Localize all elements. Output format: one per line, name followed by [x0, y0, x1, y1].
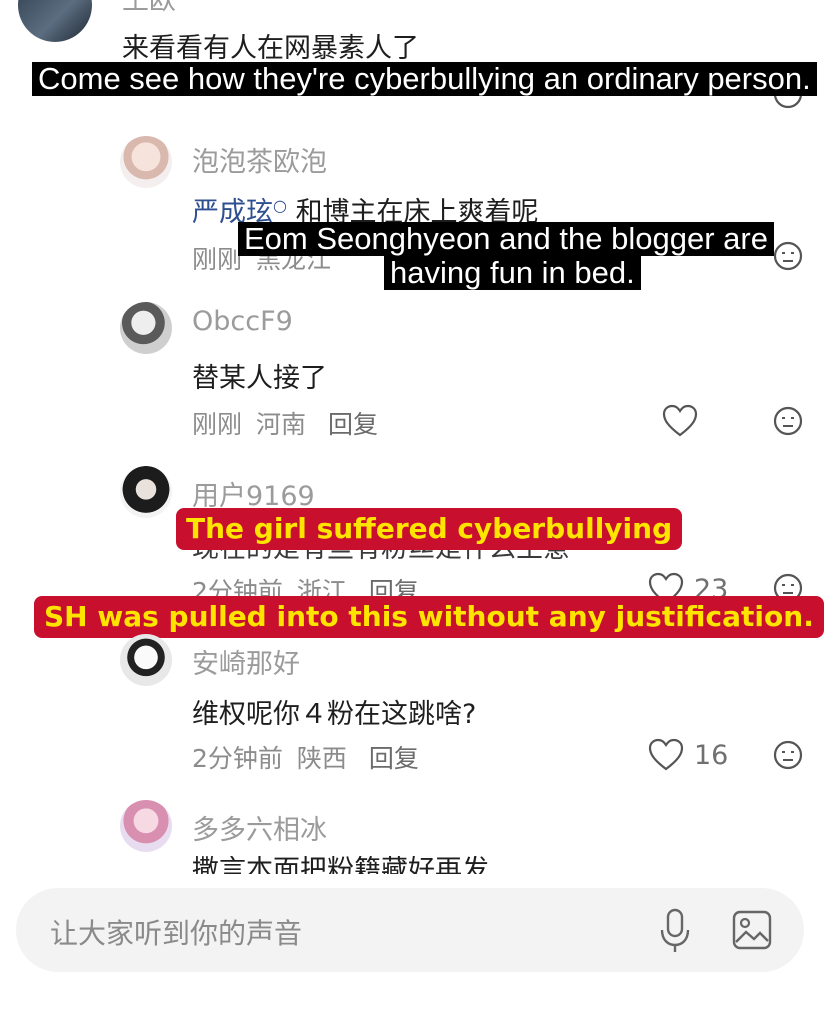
banner-cyberbullying: The girl suffered cyberbullying: [176, 508, 683, 550]
comment-2-location: 河南: [256, 410, 307, 439]
comment-1-username[interactable]: 泡泡茶欧泡: [192, 140, 327, 179]
banner-justification: SH was pulled into this without any just…: [34, 596, 824, 638]
comment-1-time: 刚刚: [192, 245, 243, 274]
comment-1-emoji-icon[interactable]: [772, 240, 804, 272]
image-upload-icon[interactable]: [732, 910, 772, 950]
comment-4-meta: 2分钟前 陕西 回复: [192, 739, 419, 775]
comment-2-meta: 刚刚 河南 回复: [192, 405, 378, 441]
microphone-icon[interactable]: [658, 908, 692, 954]
avatar-comment-4[interactable]: [120, 634, 172, 686]
comment-input-bar[interactable]: 让大家听到你的声音: [16, 888, 804, 972]
avatar-comment-3[interactable]: [120, 466, 172, 518]
comment-4-emoji-icon[interactable]: [772, 739, 804, 771]
comment-4-likes[interactable]: 16: [648, 738, 728, 772]
subtitle-comment-1-line2: having fun in bed.: [384, 256, 641, 290]
comment-2-time: 刚刚: [192, 410, 243, 439]
comment-4-time: 2分钟前: [192, 744, 283, 773]
subtitle-comment-1-line1: Eom Seonghyeon and the blogger are: [238, 222, 774, 256]
top-comment-username[interactable]: 王欧: [122, 0, 176, 17]
comment-4-reply-button[interactable]: 回复: [369, 744, 419, 773]
comment-4-text: 维权呢你４粉在这跳啥?: [192, 699, 477, 730]
comment-4-location: 陕西: [296, 744, 347, 773]
avatar-comment-2[interactable]: [120, 302, 172, 354]
avatar-comment-1[interactable]: [120, 136, 172, 188]
comment-4-like-icon[interactable]: [648, 738, 684, 772]
comment-2-emoji-icon[interactable]: [772, 405, 804, 437]
comment-2-reply-button[interactable]: 回复: [328, 410, 378, 439]
avatar-top[interactable]: [18, 0, 92, 42]
comment-2-username[interactable]: ObccF9: [192, 306, 293, 337]
comment-2-text: 替某人接了: [192, 363, 327, 394]
subtitle-top: Come see how they're cyberbullying an or…: [32, 62, 817, 96]
comment-2-like-icon[interactable]: [662, 404, 698, 438]
comment-input-placeholder[interactable]: 让大家听到你的声音: [50, 912, 302, 952]
search-icon: ○: [273, 196, 287, 215]
comment-4-like-count: 16: [694, 739, 729, 771]
comment-5-text: 撒言本面把粉籍藏好再发: [192, 856, 489, 874]
avatar-comment-5[interactable]: [120, 800, 172, 852]
top-comment-text: 来看看有人在网暴素人了: [122, 33, 419, 64]
comment-5-username[interactable]: 多多六相冰: [192, 808, 327, 847]
comment-4-username[interactable]: 安崎那好: [192, 642, 300, 681]
